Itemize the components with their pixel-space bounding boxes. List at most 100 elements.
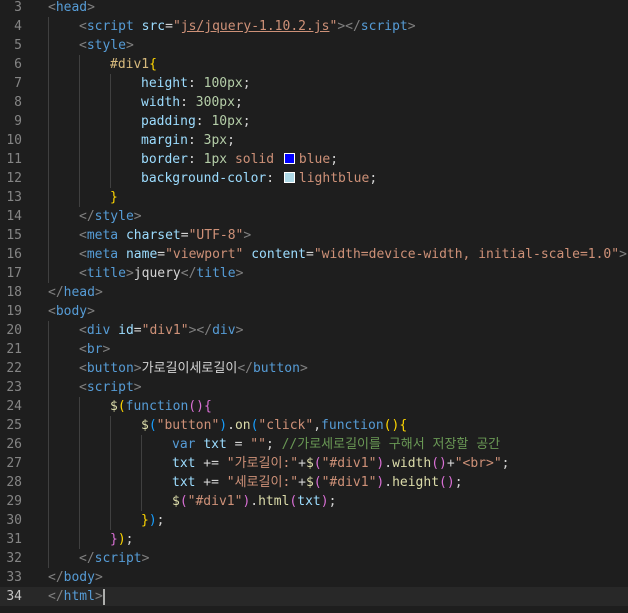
line-number: 4 [14, 19, 22, 34]
indent-guide [48, 55, 49, 74]
indent-guide [48, 245, 49, 264]
code-token: > [125, 38, 134, 53]
code-token: head [63, 285, 95, 300]
indent-guide [79, 131, 80, 150]
code-line[interactable]: 12 background-color: lightblue; [0, 169, 628, 188]
code-token: js/jquery-1.10.2.js [180, 19, 330, 34]
code-line[interactable]: 3 <head> [0, 0, 628, 17]
code-token: > [94, 285, 103, 300]
code-token: $ [305, 475, 314, 490]
code-text: background-color: lightblue; [141, 169, 377, 188]
code-token: $ [305, 456, 314, 471]
code-token: script [86, 19, 134, 34]
code-token: meta [86, 228, 119, 243]
code-line[interactable]: 7 height: 100px; [0, 74, 628, 93]
code-line[interactable]: 13} [0, 188, 628, 207]
color-swatch-icon[interactable] [283, 172, 295, 183]
code-line[interactable]: 18 </head> [0, 283, 628, 302]
code-line[interactable]: 15 <meta charset="UTF-8"> [0, 226, 628, 245]
indent-guide [79, 454, 80, 473]
code-token: > [125, 266, 134, 281]
code-token: : [187, 76, 204, 91]
line-number: 10 [6, 133, 22, 148]
code-line[interactable]: 16 <meta name="viewport" content="width=d… [0, 245, 628, 264]
indent-guide [48, 112, 49, 131]
code-token: lightblue [298, 171, 370, 186]
indent-guide [48, 549, 49, 568]
code-token: ; [234, 95, 243, 110]
code-line[interactable]: 33 </body> [0, 568, 628, 587]
code-line[interactable]: 30}); [0, 511, 628, 530]
code-line[interactable]: 28 txt += "세로길이:"+$("#div1").height(); [0, 473, 628, 492]
indent-guide [48, 473, 49, 492]
line-number: 5 [14, 38, 22, 53]
code-line[interactable]: 6 #div1{ [0, 55, 628, 74]
code-line[interactable]: 21 <br> [0, 340, 628, 359]
code-token: txt [297, 494, 321, 509]
line-number: 25 [6, 418, 22, 433]
code-line[interactable]: 20 <div id="div1"></div> [0, 321, 628, 340]
code-token: ) [117, 532, 126, 547]
code-line[interactable]: 19 <body> [0, 302, 628, 321]
line-number: 31 [6, 532, 22, 547]
indent-guide [79, 435, 80, 454]
code-token: > [141, 551, 150, 566]
code-line[interactable]: 27 txt += "가로길이:"+$("#div1").width()+"<br… [0, 454, 628, 473]
code-token: "width=device-width, initial-scale=1.0" [313, 247, 620, 262]
code-line[interactable]: 31}); [0, 530, 628, 549]
indent-guide [48, 226, 49, 245]
code-token: < [79, 228, 87, 243]
code-token: width [392, 456, 432, 471]
code-line[interactable]: 5 <style> [0, 36, 628, 55]
line-number: 22 [6, 361, 22, 376]
code-token: script [360, 19, 408, 34]
code-line[interactable]: 9 padding: 10px; [0, 112, 628, 131]
code-line[interactable]: 34 </html> [0, 587, 628, 606]
code-line[interactable]: 26 var txt = ""; //가로세로길이를 구해서 저장할 공간 [0, 435, 628, 454]
code-token: $ [172, 494, 180, 509]
code-line[interactable]: 29 $("#div1").html(txt); [0, 492, 628, 511]
line-number: 12 [6, 171, 22, 186]
code-text: <div id="div1"></div> [79, 321, 243, 340]
code-token: html [258, 494, 290, 509]
code-line[interactable]: 8 width: 300px; [0, 93, 628, 112]
code-line[interactable]: 24 $(function(){ [0, 397, 628, 416]
line-number: 6 [14, 57, 22, 72]
code-line[interactable]: 14 </style> [0, 207, 628, 226]
indent-guide [110, 511, 111, 530]
line-number: 9 [14, 114, 22, 129]
code-token: > [299, 361, 308, 376]
code-token: ( [148, 418, 157, 433]
code-token: > [235, 323, 244, 338]
code-line[interactable]: 10 margin: 3px; [0, 131, 628, 150]
line-number: 13 [6, 190, 22, 205]
code-editor[interactable]: 3 <head> 4 <script src="js/jquery-1.10.2.js… [0, 0, 628, 613]
code-text: } [110, 188, 118, 207]
code-line[interactable]: 11 border: 1px solid blue; [0, 150, 628, 169]
code-line[interactable]: 22 <button>가로길이세로길이</button> [0, 359, 628, 378]
code-token: </ [48, 285, 64, 300]
indent-guide [48, 492, 49, 511]
code-line[interactable]: 4 <script src="js/jquery-1.10.2.js"></scr… [0, 17, 628, 36]
code-token: div [86, 323, 111, 338]
code-token: "div1" [141, 323, 189, 338]
code-token: title [196, 266, 236, 281]
code-line[interactable]: 23 <script> [0, 378, 628, 397]
code-token: > [243, 228, 252, 243]
code-token: width [141, 95, 181, 110]
code-token: ( [179, 494, 188, 509]
code-line[interactable]: 32 </script> [0, 549, 628, 568]
code-token: > [133, 380, 142, 395]
code-token: < [79, 266, 87, 281]
indent-guide [48, 378, 49, 397]
code-line[interactable]: 25 $("button").on("click",function(){ [0, 416, 628, 435]
code-token: txt [172, 475, 196, 490]
code-token: 300px [195, 95, 235, 110]
color-swatch-icon[interactable] [283, 153, 295, 164]
indent-guide [79, 511, 80, 530]
indent-guide [48, 340, 49, 359]
code-text: height: 100px; [141, 74, 251, 93]
code-line[interactable]: 17 <title>jquery</title> [0, 264, 628, 283]
code-token: ; [156, 513, 165, 528]
